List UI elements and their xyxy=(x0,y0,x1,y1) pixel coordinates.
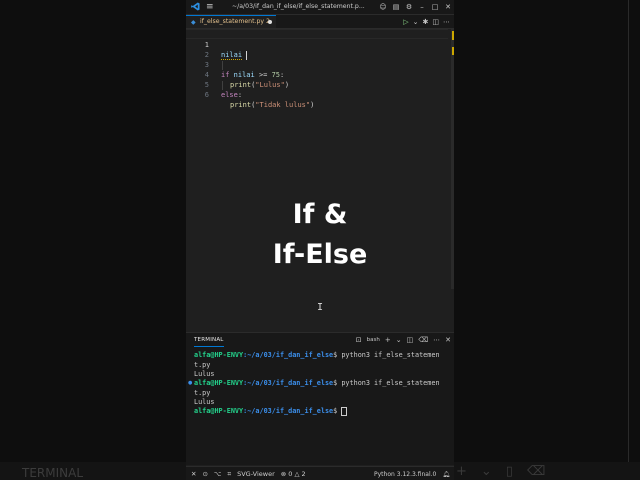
close-panel-icon[interactable]: ✕ xyxy=(445,336,451,344)
run-dropdown-chevron-icon[interactable]: ⌄ xyxy=(413,18,419,26)
editor-actions: ▷ ⌄ ✱ ◫ ⋯ xyxy=(403,15,450,28)
function-print: print xyxy=(230,101,252,109)
indent-guide xyxy=(222,61,223,70)
bottom-panel: TERMINAL ⊡ bash + ⌄ ◫ ⌫ ⋯ ✕ alfa@HP-ENVY… xyxy=(186,332,454,465)
code-editor[interactable]: 1 nilai 2 3 if nilai >= 75: 4 print("Lul… xyxy=(186,29,454,332)
code-line-1: 1 nilai xyxy=(186,30,446,60)
terminal-output[interactable]: alfa@HP-ENVY:~/a/03/if_dan_if_else$ pyth… xyxy=(186,348,454,463)
code-line-6: 6 print("Tidak lulus") xyxy=(186,80,446,109)
code-line-4: 4 print("Lulus") xyxy=(186,60,446,89)
hamburger-menu-icon[interactable]: ≡ xyxy=(206,0,214,14)
minimize-icon[interactable]: – xyxy=(418,3,426,11)
run-python-icon[interactable]: ▷ xyxy=(403,18,408,26)
panel-more-icon[interactable]: ⋯ xyxy=(433,336,440,344)
terminal-line: alfa@HP-ENVY:~/a/03/if_dan_if_else$ pyth… xyxy=(194,351,440,359)
keyword-else: else xyxy=(221,91,238,99)
python-file-icon: ◆ xyxy=(191,19,196,26)
background-left xyxy=(0,0,186,480)
string-literal: "Tidak lulus" xyxy=(255,101,311,109)
status-bar-left: ✕ ⊙ ⌥ ⌗ SVG-Viewer ⊗ 0 △ 2 xyxy=(191,467,306,480)
status-extension-label[interactable]: SVG-Viewer xyxy=(237,470,275,478)
scrollbar-warning-marker xyxy=(452,47,454,55)
vscode-window: ≡ ~/a/03/if_dan_if_else/if_else_statemen… xyxy=(186,0,454,480)
background-terminal-label: TERMINAL xyxy=(22,466,84,480)
indent-guide xyxy=(222,81,223,90)
notifications-bell-icon[interactable]: 🔔︎ xyxy=(442,471,450,478)
background-divider xyxy=(628,0,629,480)
status-bar-right: Python 3.12.3.final.0 🔔︎ xyxy=(374,467,450,480)
terminal-line: alfa@HP-ENVY:~/a/03/if_dan_if_else$ pyth… xyxy=(194,379,440,387)
extension-icon[interactable]: ⌗ xyxy=(227,470,231,479)
problems-indicator[interactable]: ⊗ 0 △ 2 xyxy=(281,470,306,478)
vscode-logo-icon xyxy=(191,2,200,11)
terminal-shell-label[interactable]: bash xyxy=(367,337,380,343)
scrollbar-warning-marker xyxy=(452,31,454,40)
text-select-cursor-icon: I xyxy=(317,302,324,313)
copilot-icon[interactable]: ☺ xyxy=(379,3,387,11)
split-terminal-icon[interactable]: ◫ xyxy=(407,336,414,344)
panel-header: TERMINAL ⊡ bash + ⌄ ◫ ⌫ ⋯ ✕ xyxy=(186,333,454,347)
more-actions-icon[interactable]: ⋯ xyxy=(443,18,450,26)
new-terminal-icon[interactable]: + xyxy=(385,336,391,344)
command-decoration-icon[interactable]: ● xyxy=(188,378,192,388)
terminal-dropdown-chevron-icon[interactable]: ⌄ xyxy=(396,336,402,344)
python-interpreter[interactable]: Python 3.12.3.final.0 xyxy=(374,471,436,478)
video-overlay-title: If & If-Else xyxy=(186,195,454,275)
debug-icon[interactable]: ✱ xyxy=(423,18,429,26)
line-number: 6 xyxy=(204,91,209,99)
panel-actions: ⊡ bash + ⌄ ◫ ⌫ ⋯ ✕ xyxy=(356,333,451,347)
close-window-icon[interactable]: ✕ xyxy=(444,3,452,11)
unsaved-dot-icon[interactable] xyxy=(268,20,272,24)
kill-terminal-icon[interactable]: ⌫ xyxy=(418,336,428,344)
window-title: ~/a/03/if_dan_if_else/if_else_statement.… xyxy=(232,3,365,10)
maximize-icon[interactable]: □ xyxy=(431,3,439,11)
background-right xyxy=(454,0,640,480)
code-line-5: 5 else: xyxy=(186,70,446,99)
terminal-cursor xyxy=(341,406,348,416)
accounts-icon[interactable]: ⊙ xyxy=(202,470,207,478)
background-icons: +⌄▯⌫ xyxy=(456,464,560,479)
tab-if-else-statement[interactable]: ◆ if_else_statement.py 2 xyxy=(186,15,276,28)
title-bar: ≡ ~/a/03/if_dan_if_else/if_else_statemen… xyxy=(186,0,454,15)
status-bar: ✕ ⊙ ⌥ ⌗ SVG-Viewer ⊗ 0 △ 2 Python 3.12.3… xyxy=(186,466,454,480)
editor-tab-bar: ◆ if_else_statement.py 2 ▷ ⌄ ✱ ◫ ⋯ xyxy=(186,15,454,29)
code-line-2: 2 xyxy=(186,40,446,59)
terminal-icon: ⊡ xyxy=(355,336,362,344)
settings-gear-icon[interactable]: ⚙ xyxy=(405,3,413,11)
title-bar-controls: ☺ ▤ ⚙ – □ ✕ xyxy=(379,0,452,14)
code-line-3: 3 if nilai >= 75: xyxy=(186,50,446,79)
layout-icon[interactable]: ▤ xyxy=(392,3,400,11)
split-editor-icon[interactable]: ◫ xyxy=(432,18,439,26)
source-control-icon[interactable]: ⌥ xyxy=(214,470,222,478)
tab-terminal[interactable]: TERMINAL xyxy=(194,333,224,347)
terminal-prompt-line: alfa@HP-ENVY:~/a/03/if_dan_if_else$ xyxy=(194,406,348,416)
overlay-title-line-1: If & xyxy=(292,199,348,230)
colon: : xyxy=(237,91,243,99)
remote-icon[interactable]: ✕ xyxy=(191,470,196,478)
overlay-title-line-2: If-Else xyxy=(272,239,368,270)
tab-label: if_else_statement.py 2 xyxy=(200,18,270,25)
